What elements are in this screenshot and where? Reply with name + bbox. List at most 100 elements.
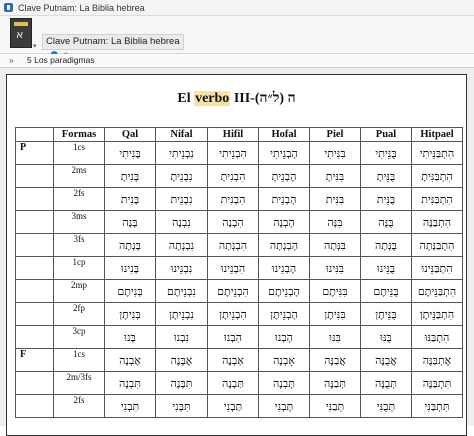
table-cell[interactable]: בִּנְּתָה	[309, 233, 361, 257]
table-cell[interactable]: תְּבַנִּי	[309, 394, 361, 418]
table-cell[interactable]: הָבְנוּ	[258, 325, 310, 349]
row-group-label	[15, 394, 54, 418]
table-cell[interactable]: נִבְנְתָה	[155, 233, 208, 257]
table-cell[interactable]: תָּבְנֶה	[258, 371, 310, 395]
table-cell[interactable]: בִּנִּיתֶם	[309, 279, 361, 303]
table-cell[interactable]: תְּבַנֶּה	[309, 371, 361, 395]
table-cell[interactable]: בִּנִּינוּ	[309, 256, 361, 280]
table-cell[interactable]: בִּנִּיתָ	[309, 164, 361, 188]
table-cell[interactable]: בָּנָה	[104, 210, 156, 234]
table-cell[interactable]: תְּבֻנִּי	[360, 394, 412, 418]
table-cell[interactable]: בֻּנֵּיתֶם	[360, 279, 412, 303]
table-cell[interactable]: הִתְבַּנֵּיתִי	[411, 141, 463, 165]
table-cell[interactable]: בֻּנְּתָה	[360, 233, 412, 257]
table-cell[interactable]: בֻּנֵּיתִי	[360, 141, 412, 165]
row-form-label: 2mp	[53, 279, 105, 303]
resource-tab-title[interactable]: Clave Putnam: La Biblia hebrea	[42, 34, 184, 50]
table-cell[interactable]: בָּנִינוּ	[104, 256, 156, 280]
table-cell[interactable]: בֻּנֵּיתָ	[360, 164, 412, 188]
table-cell[interactable]: בֻּנֵּיתֶן	[360, 302, 412, 326]
table-cell[interactable]: הִבְנֵיתִי	[207, 141, 259, 165]
table-cell[interactable]: בִּנָּה	[309, 210, 361, 234]
table-cell[interactable]: הָבְנֵיתָ	[258, 164, 310, 188]
table-cell[interactable]: הִבְנוּ	[207, 325, 259, 349]
table-cell[interactable]: הָבְנֵינוּ	[258, 256, 310, 280]
table-cell[interactable]: נִבְנֵית	[155, 187, 208, 211]
table-cell[interactable]: בָּנִיתָ	[104, 164, 156, 188]
title-suffix: III-ה (ל״ה)	[230, 91, 296, 106]
table-cell[interactable]: אֶבְנֶה	[104, 348, 156, 372]
table-cell[interactable]: תָּבְנִי	[258, 394, 310, 418]
table-cell[interactable]: בִּנִּית	[309, 187, 361, 211]
paradigm-table: Formas Qal Nifal Hifil Hofal Piel Pual H…	[15, 127, 463, 418]
table-cell[interactable]: אֲבַנֶּה	[309, 348, 361, 372]
table-cell[interactable]: נִבְנֵינוּ	[155, 256, 208, 280]
table-cell[interactable]: הִבְנֵיתֶן	[207, 302, 259, 326]
table-cell[interactable]: הִתְבַּנִּית	[411, 187, 463, 211]
table-cell[interactable]: אֶתְבַּנֶּה	[411, 348, 463, 372]
breadcrumb-label[interactable]: 5 Los paradigmas	[27, 54, 95, 67]
table-cell[interactable]: בִּנִּיתִי	[309, 141, 361, 165]
table-cell[interactable]: הִבְנָה	[207, 210, 259, 234]
table-cell[interactable]: הִתְבַּנּוּ	[411, 325, 463, 349]
table-cell[interactable]: נִבְנוּ	[155, 325, 208, 349]
table-cell[interactable]: הִתְבַּנֵּיתֶן	[411, 302, 463, 326]
table-cell[interactable]: בָּנְתָה	[104, 233, 156, 257]
col-header: Formas	[53, 127, 105, 142]
table-cell[interactable]: תִּבָּנֶה	[155, 371, 208, 395]
table-cell[interactable]: אֲבֻנֶּה	[360, 348, 412, 372]
table-cell[interactable]: הָבְנָה	[258, 210, 310, 234]
table-cell[interactable]: נִבְנֵיתֶן	[155, 302, 208, 326]
table-cell[interactable]: נִבְנֵיתֶם	[155, 279, 208, 303]
table-cell[interactable]: הָבְנֵית	[258, 187, 310, 211]
table-cell[interactable]: תְּבֻנֶּה	[360, 371, 412, 395]
table-cell[interactable]: אַבְנֶה	[207, 348, 259, 372]
chevron-down-icon[interactable]: ▾	[33, 42, 37, 50]
table-cell[interactable]: הִתְבַּנָּה	[411, 210, 463, 234]
table-cell[interactable]: בֻּנֵּינוּ	[360, 256, 412, 280]
table-cell[interactable]: נִבְנֵיתִי	[155, 141, 208, 165]
table-cell[interactable]: הִתְבַּנִּיתָ	[411, 164, 463, 188]
table-cell[interactable]: בָּנִית	[104, 187, 156, 211]
title-highlight[interactable]: verbo	[194, 91, 231, 106]
table-cell[interactable]: תִּבְנִי	[104, 394, 156, 418]
table-cell[interactable]: בֻּנֵּית	[360, 187, 412, 211]
row-group-label: P	[15, 141, 54, 165]
table-cell[interactable]: הִתְבַּנֵּיתֶם	[411, 279, 463, 303]
table-cell[interactable]: בָּנוּ	[104, 325, 156, 349]
table-cell[interactable]: נִבְנֵיתָ	[155, 164, 208, 188]
table-cell[interactable]: הִבְנֵינוּ	[207, 256, 259, 280]
table-cell[interactable]: הִבְנֵיתֶם	[207, 279, 259, 303]
table-cell[interactable]: תִּבְנֶה	[104, 371, 156, 395]
table-cell[interactable]: אָבְנֶה	[258, 348, 310, 372]
table-cell[interactable]: בְּנִיתֶן	[104, 302, 156, 326]
breadcrumb-chevron-icon[interactable]: »	[9, 54, 14, 67]
table-cell[interactable]: הָבְנֵיתִי	[258, 141, 310, 165]
table-cell[interactable]: תַּבְנִי	[207, 394, 259, 418]
table-cell[interactable]: אֶבָּנֶה	[155, 348, 208, 372]
table-cell[interactable]: הִתְבַּנְּתָה	[411, 233, 463, 257]
table-cell[interactable]: נִבְנָה	[155, 210, 208, 234]
table-cell[interactable]: תִּתְבַּנֶּה	[411, 371, 463, 395]
table-cell[interactable]: הִבְנְתָה	[207, 233, 259, 257]
table-cell[interactable]: בְּנִיתֶם	[104, 279, 156, 303]
table-cell[interactable]: הָבְנֵיתֶם	[258, 279, 310, 303]
table-cell[interactable]: הָבְנֵיתֶן	[258, 302, 310, 326]
window-titlebar: Clave Putnam: La Biblia hebrea	[0, 0, 474, 16]
table-cell[interactable]: הִבְנִיתָ	[207, 164, 259, 188]
table-cell[interactable]: הִתְבַּנֵּינוּ	[411, 256, 463, 280]
table-cell[interactable]: בֻּנָּה	[360, 210, 412, 234]
table-cell[interactable]: בָּנִיתִי	[104, 141, 156, 165]
table-row: 2m/3fs תִּבְנֶה תִּבָּנֶה תַּבְנֶה תָּבְנֶה ת…	[15, 371, 463, 395]
table-cell[interactable]: בִּנּוּ	[309, 325, 361, 349]
table-cell[interactable]: תִּבָּנִי	[155, 394, 208, 418]
table-cell[interactable]: בֻּנּוּ	[360, 325, 412, 349]
book-cover-icon[interactable]	[10, 18, 32, 48]
table-cell[interactable]: בִּנִּיתֶן	[309, 302, 361, 326]
table-cell[interactable]: הָבְנְתָה	[258, 233, 310, 257]
row-group-label	[15, 325, 54, 349]
table-cell[interactable]: תִּתְבַּנִּי	[411, 394, 463, 418]
col-header: Hofal	[258, 127, 310, 142]
table-cell[interactable]: הִבְנִית	[207, 187, 259, 211]
table-cell[interactable]: תַּבְנֶה	[207, 371, 259, 395]
